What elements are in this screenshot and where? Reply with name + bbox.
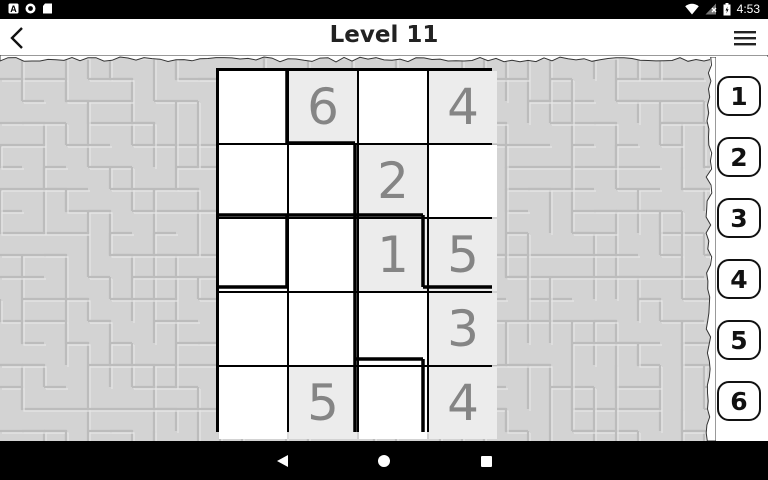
nav-home-icon[interactable] [378,455,390,467]
sd-card-icon [43,3,52,14]
number-button-5[interactable]: 5 [717,320,761,360]
app-bar: Level 11 [0,19,768,57]
system-icons: 4:53 [684,2,760,16]
record-icon [25,3,36,14]
battery-icon [723,2,731,15]
number-button-4[interactable]: 4 [717,259,761,299]
torn-paper-edge [0,55,768,63]
nav-back-icon[interactable] [276,454,290,468]
navigation-bar [0,441,768,480]
wifi-icon [684,3,699,15]
clock: 4:53 [736,2,760,16]
level-title: Level 11 [329,22,439,48]
nav-recents-icon[interactable] [481,456,492,467]
app-a-icon: A [8,3,19,14]
hamburger-menu-icon[interactable] [734,28,756,48]
number-button-2[interactable]: 2 [717,137,761,177]
puzzle-grid: 64215354 [216,68,497,439]
region-borders [216,68,492,432]
number-button-3[interactable]: 3 [717,198,761,238]
number-button-6[interactable]: 6 [717,381,761,421]
svg-text:A: A [10,4,17,14]
status-bar: A 4:53 [0,0,768,19]
number-button-1[interactable]: 1 [717,76,761,116]
torn-paper-edge-vertical [705,57,716,441]
no-sim-icon [705,3,717,15]
notification-icons: A [8,3,53,14]
